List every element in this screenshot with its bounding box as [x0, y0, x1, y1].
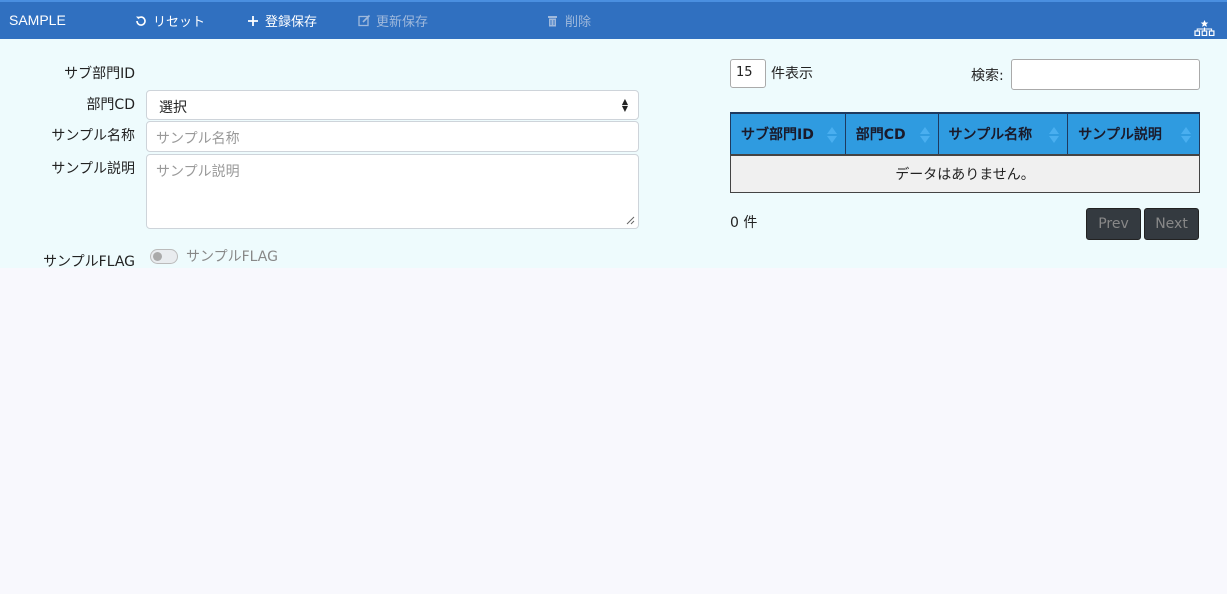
reset-label: リセット	[153, 15, 206, 30]
page-length-value: 15	[736, 65, 753, 80]
dept-cd-select[interactable]: 選択 ▲ ▼	[146, 90, 639, 120]
page-length-select[interactable]: 15	[730, 59, 766, 88]
column-header[interactable]: サンプル説明	[1067, 112, 1200, 156]
search-input[interactable]	[1011, 59, 1200, 90]
prev-button[interactable]: Prev	[1086, 208, 1141, 240]
sort-caret-icon: ▲ ▼	[621, 97, 628, 113]
delete-label: 削除	[565, 15, 592, 30]
sort-icon	[1181, 127, 1191, 143]
record-count: 0 件	[730, 215, 758, 231]
column-header-label: サブ部門ID	[741, 127, 814, 143]
update-save-button[interactable]: 更新保存	[358, 11, 428, 30]
plus-icon	[247, 15, 261, 27]
register-save-label: 登録保存	[265, 15, 318, 30]
delete-button[interactable]: 削除	[547, 11, 591, 30]
table-header-row: サブ部門ID 部門CD サンプル名称 サンプル説明	[730, 112, 1200, 156]
dept-cd-selected-value: 選択	[159, 100, 187, 116]
sub-dept-id-label: サブ部門ID	[64, 66, 135, 82]
reset-button[interactable]: リセット	[135, 11, 205, 30]
desc-label: サンプル説明	[51, 161, 135, 177]
column-header[interactable]: サブ部門ID	[730, 112, 846, 156]
undo-icon	[135, 15, 149, 27]
column-header[interactable]: 部門CD	[844, 112, 939, 156]
dept-cd-label: 部門CD	[86, 97, 135, 113]
resize-grip-icon[interactable]	[626, 216, 635, 225]
desc-textarea[interactable]: サンプル説明	[146, 154, 639, 229]
column-header-label: 部門CD	[855, 127, 906, 143]
trash-icon	[547, 15, 561, 27]
flag-toggle-label: サンプルFLAG	[186, 249, 278, 265]
empty-message: データはありません。	[730, 154, 1200, 193]
search-label: 検索:	[971, 68, 1004, 84]
column-header-label: サンプル説明	[1078, 127, 1162, 143]
page-length-label: 件表示	[771, 66, 813, 82]
column-header-label: サンプル名称	[948, 127, 1033, 143]
org-chart-icon[interactable]	[1194, 20, 1215, 36]
update-save-label: 更新保存	[376, 15, 429, 30]
edit-icon	[358, 14, 372, 27]
table-row: データはありません。	[730, 154, 1200, 193]
toggle-knob	[153, 252, 162, 261]
sort-icon	[919, 127, 930, 143]
flag-label: サンプルFLAG	[43, 254, 135, 270]
brand-title[interactable]: SAMPLE	[9, 12, 66, 28]
name-input[interactable]: サンプル名称	[146, 121, 639, 152]
top-navbar: SAMPLE リセット 登録保存 更新保存 削除	[0, 0, 1227, 39]
column-header[interactable]: サンプル名称	[937, 112, 1069, 156]
name-label: サンプル名称	[51, 128, 135, 144]
sort-icon	[826, 127, 837, 143]
sort-icon	[1049, 127, 1060, 143]
next-button[interactable]: Next	[1144, 208, 1199, 240]
content-panel: サブ部門ID 部門CD 選択 ▲ ▼ サンプル名称 サンプル名称 サンプル説明 サ…	[0, 39, 1227, 270]
desc-placeholder: サンプル説明	[156, 164, 240, 180]
name-placeholder: サンプル名称	[156, 131, 240, 147]
data-table: サブ部門ID 部門CD サンプル名称 サンプル説明 データはありません。	[730, 112, 1200, 193]
flag-toggle[interactable]	[150, 249, 178, 264]
register-save-button[interactable]: 登録保存	[247, 11, 317, 30]
